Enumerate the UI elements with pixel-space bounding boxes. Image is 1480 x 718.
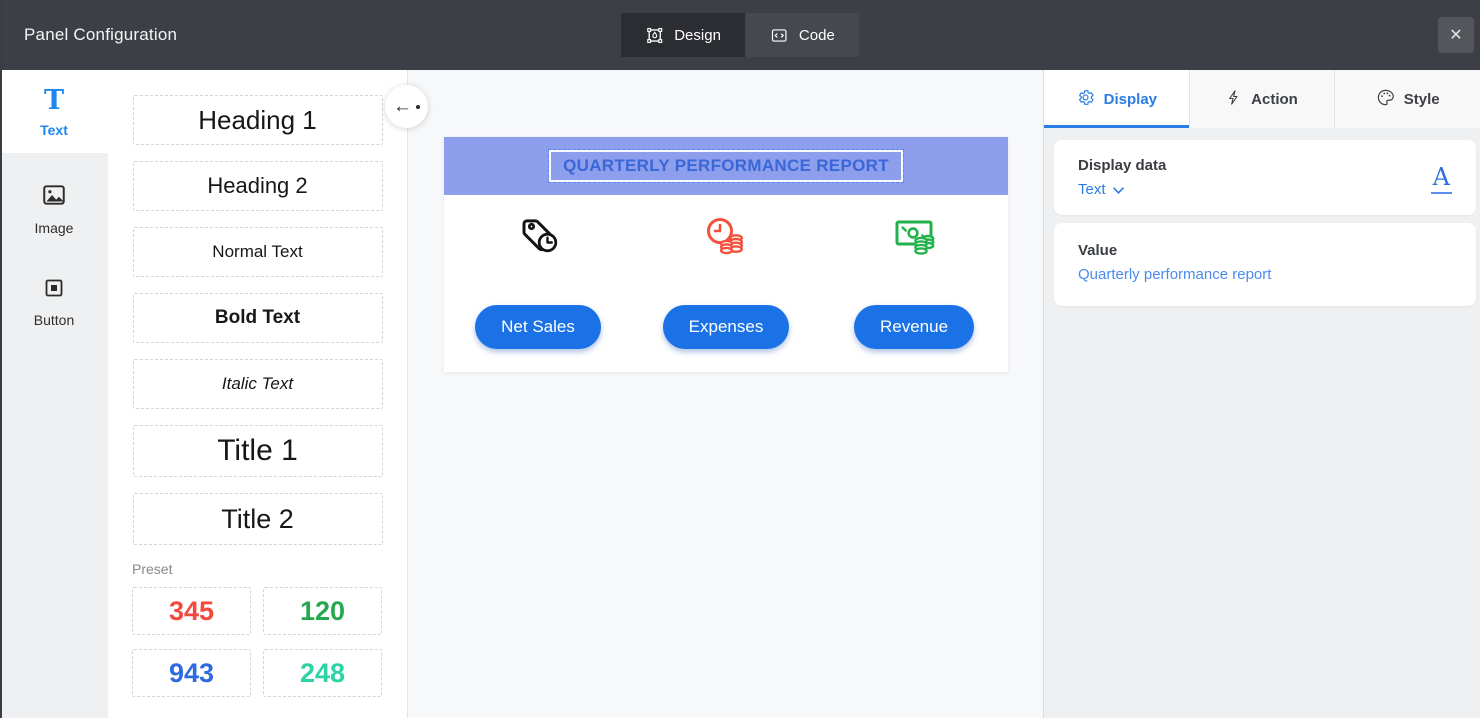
chevron-down-icon xyxy=(1113,181,1124,198)
arrow-left-icon: ← xyxy=(393,97,412,116)
text-tile-normal-text[interactable]: Normal Text xyxy=(133,227,383,277)
selection-outline: QUARTERLY PERFORMANCE REPORT xyxy=(548,149,904,183)
dot-icon xyxy=(416,105,420,109)
gear-icon xyxy=(1076,88,1095,111)
value-label: Value xyxy=(1078,242,1452,259)
inspector-body: Display data Text A Value Q xyxy=(1044,128,1480,314)
dialog-title: Panel Configuration xyxy=(24,25,177,45)
element-type-rail: T Text Image xyxy=(0,70,108,718)
text-type-icon: T xyxy=(44,87,64,115)
panel-configuration-dialog: Panel Configuration Design xyxy=(0,0,1480,718)
panel-title-text[interactable]: QUARTERLY PERFORMANCE REPORT xyxy=(549,150,903,182)
preset-number-tile[interactable]: 248 xyxy=(263,649,382,697)
panel-preview-card[interactable]: QUARTERLY PERFORMANCE REPORT xyxy=(444,137,1008,372)
tab-display[interactable]: Display xyxy=(1044,70,1190,128)
rail-item-image[interactable]: Image xyxy=(0,165,108,251)
value-link[interactable]: Quarterly performance report xyxy=(1078,266,1452,283)
collapse-panel-button[interactable]: ← xyxy=(385,85,428,128)
rail-item-text[interactable]: T Text xyxy=(0,70,108,153)
topbar: Panel Configuration Design xyxy=(0,0,1480,70)
tab-design[interactable]: Design xyxy=(621,13,745,57)
rail-item-image-label: Image xyxy=(35,220,74,236)
preset-number-tile[interactable]: 345 xyxy=(132,587,251,635)
text-format-icon[interactable]: A xyxy=(1431,163,1452,194)
design-pen-frame-icon xyxy=(645,26,664,45)
window-edge xyxy=(0,0,2,718)
tab-code[interactable]: Code xyxy=(745,13,859,57)
preset-section-label: Preset xyxy=(132,561,407,577)
main-area: T Text Image xyxy=(0,70,1480,718)
code-brackets-icon xyxy=(769,26,789,45)
text-tile-title-1[interactable]: Title 1 xyxy=(133,425,383,477)
rail-item-text-label: Text xyxy=(40,122,68,138)
rail-item-button-label: Button xyxy=(34,312,74,328)
tab-display-label: Display xyxy=(1104,91,1157,108)
tab-style-label: Style xyxy=(1404,91,1440,108)
panel-header-band[interactable]: QUARTERLY PERFORMANCE REPORT xyxy=(444,137,1008,195)
rail-item-button[interactable]: Button xyxy=(0,259,108,343)
display-data-dropdown[interactable]: Text xyxy=(1078,181,1166,198)
display-data-label: Display data xyxy=(1078,157,1166,174)
icon-row xyxy=(444,213,1008,261)
tab-action[interactable]: Action xyxy=(1190,70,1336,128)
text-tile-bold-text[interactable]: Bold Text xyxy=(133,293,383,343)
mode-tabs: Design Code xyxy=(621,13,859,57)
tab-action-label: Action xyxy=(1251,91,1298,108)
button-row: Net Sales Expenses Revenue xyxy=(444,305,1008,349)
tab-design-label: Design xyxy=(674,27,721,44)
text-elements-panel: Heading 1 Heading 2 Normal Text Bold Tex… xyxy=(108,70,407,718)
preset-number-tile[interactable]: 120 xyxy=(263,587,382,635)
image-icon xyxy=(41,182,67,213)
preset-grid: 345 120 943 248 xyxy=(132,587,407,697)
design-canvas[interactable]: QUARTERLY PERFORMANCE REPORT xyxy=(407,70,1043,718)
tab-code-label: Code xyxy=(799,27,835,44)
lightning-bolt-icon xyxy=(1226,88,1242,111)
preset-number-tile[interactable]: 943 xyxy=(132,649,251,697)
palette-icon xyxy=(1376,88,1395,111)
text-tile-italic-text[interactable]: Italic Text xyxy=(133,359,383,409)
canvas-button-net-sales[interactable]: Net Sales xyxy=(475,305,601,349)
canvas-button-expenses[interactable]: Expenses xyxy=(663,305,790,349)
close-icon: ✕ xyxy=(1449,25,1462,45)
clock-coins-icon[interactable] xyxy=(632,213,820,261)
text-tile-title-2[interactable]: Title 2 xyxy=(133,493,383,545)
tag-clock-icon[interactable] xyxy=(444,213,632,261)
display-data-value: Text xyxy=(1078,181,1106,198)
canvas-button-revenue[interactable]: Revenue xyxy=(854,305,974,349)
tab-style[interactable]: Style xyxy=(1335,70,1480,128)
text-tile-heading-1[interactable]: Heading 1 xyxy=(133,95,383,145)
text-tile-heading-2[interactable]: Heading 2 xyxy=(133,161,383,211)
display-data-card: Display data Text A xyxy=(1054,140,1476,215)
inspector-tabs: Display Action xyxy=(1044,70,1480,128)
button-icon xyxy=(42,276,66,305)
cash-coins-icon[interactable] xyxy=(820,213,1008,261)
inspector-panel: Display Action xyxy=(1043,70,1480,718)
value-card: Value Quarterly performance report xyxy=(1054,223,1476,306)
close-button[interactable]: ✕ xyxy=(1438,17,1474,53)
